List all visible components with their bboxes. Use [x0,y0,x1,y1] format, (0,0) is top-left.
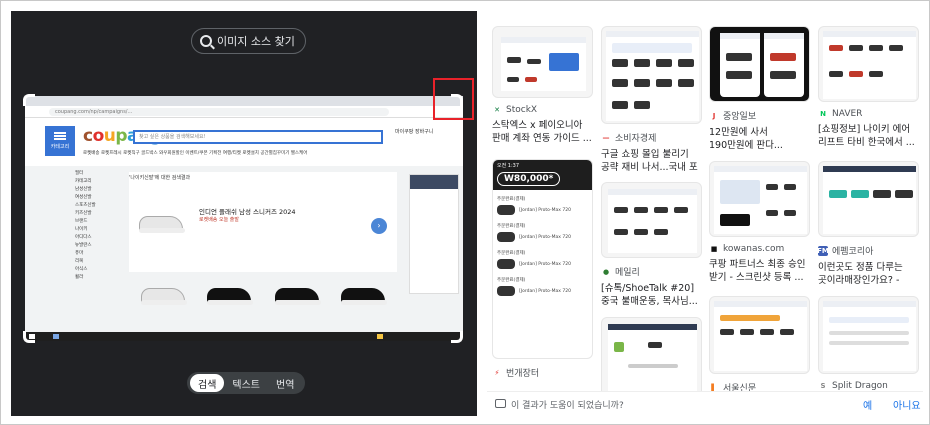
search-result-heading: '나이키신발'에 대한 검색결과 [129,175,191,181]
result-title[interactable]: 스탁엑스 x 페이오니아 판매 계좌 연동 가이드 ... [492,119,593,145]
result-source: ● 메일리 [602,267,640,279]
result-title[interactable]: 이런곳도 정품 다루는 곳이라매장인가요? - 패션 - ... [818,261,919,287]
tab-translate[interactable]: 번역 [268,374,302,392]
crop-handle-bottom-left[interactable] [23,331,35,343]
category-menu-label: 카테고리 [50,144,70,150]
result-thumbnail[interactable] [601,317,702,397]
result-thumbnail[interactable] [601,26,702,124]
result-card[interactable]: ■ kowanas.com 쿠팡 파트너스 최종 승인 받기 - 스크린샷 등록 … [709,161,810,284]
result-thumbnail[interactable]: 오전 1:37 W80,000* 주문완료(결제) [Jordan] Proto… [492,159,593,359]
kowanas-favicon-icon: ■ [710,245,718,253]
coupang-right-panel [409,174,459,294]
result-thumbnail[interactable] [818,26,919,102]
result-source: N NAVER [818,109,919,119]
result-card[interactable]: S Split Dragon [818,296,919,391]
result-thumbnail[interactable] [601,182,702,258]
maily-favicon-icon: ● [602,267,610,276]
uploaded-screenshot[interactable]: coupang.com/np/campaigns/... 카테고리 coupan… [25,96,463,341]
visual-matches-grid: ✕ StockX 스탁엑스 x 페이오니아 판매 계좌 연동 가이드 ... 오전… [487,11,923,416]
feedback-no-button[interactable]: 아니요 [893,397,921,412]
price-tag: W80,000* [497,172,561,186]
result-card[interactable]: —소비자경제 구글 쇼핑 몰입 불리기 공략 재비 나서...국내 포 ... [601,26,702,174]
result-title[interactable]: 구글 쇼핑 몰입 불리기 공략 재비 나서...국내 포 ... [601,148,702,174]
banner-product-sub: 로켓배송 오늘 출발 [199,217,239,223]
result-card[interactable]: ▌ 서울신문 [709,296,810,394]
product-shoe-3 [269,268,325,312]
browser-url-bar: coupang.com/np/campaigns/... [25,106,463,118]
split-dragon-favicon-icon: S [820,382,826,390]
result-source: J 중앙일보 [709,109,810,123]
result-thumbnail[interactable] [492,26,593,98]
result-card[interactable] [601,317,702,397]
feedback-question: 이 결과가 도움이 되었습니까? [511,401,624,411]
joongang-favicon-icon: J [712,111,716,120]
result-source: ■ kowanas.com [710,244,785,254]
coupang-product-banner: '나이키신발'에 대한 검색결과 인디언 플래쉬 남성 스니커즈 2024 로켓… [129,172,397,305]
coupang-header-icons: 마이쿠팡 장바구니 [395,129,434,135]
feedback-icon [495,399,506,408]
fmkorea-favicon-icon: FM [817,245,829,256]
crop-handle-bottom-right[interactable] [451,331,463,343]
result-thumbnail[interactable] [709,161,810,237]
result-thumbnail[interactable] [818,296,919,374]
result-title[interactable]: [슈톡/ShoeTalk #20] 중국 불매운동, 목사님... [601,282,702,308]
consumer-economy-favicon-icon: — [602,133,610,142]
stockx-favicon-icon: ✕ [494,106,500,114]
result-card[interactable]: N NAVER [쇼핑정보] 나이키 에어 리프트 타비 한국에서 ... [818,26,919,149]
result-thumbnail[interactable] [709,296,810,374]
result-source: S Split Dragon [818,381,919,391]
browser-tab-bar [25,96,463,106]
hamburger-icon [54,132,66,140]
highlight-annotation-box [433,78,474,120]
result-source: ✕ StockX [492,105,593,115]
result-card[interactable]: ✕ StockX 스탁엑스 x 페이오니아 판매 계좌 연동 가이드 ... [492,26,593,145]
banner-shoe-image [133,196,189,240]
taskbar-app-icon [53,334,59,339]
result-title[interactable]: 쿠팡 파트너스 최종 승인 받기 - 스크린샷 등록 ... [709,258,810,284]
result-card[interactable]: ● 메일리 [슈톡/ShoeTalk #20] 중국 불매운동, 목사님... [601,182,702,308]
coupang-category-links: 로켓배송 로켓프레시 로켓직구 골드박스 와우회원할인 이벤트/쿠폰 기획전 여… [83,151,308,156]
find-image-source-label: 이미지 소스 찾기 [217,35,295,48]
lens-mode-tabs: 검색 텍스트 번역 [187,372,306,394]
tab-text[interactable]: 텍스트 [224,374,268,392]
coupang-header: 카테고리 coupang 찾고 싶은 상품을 검색해보세요! 로켓배송 로켓프레… [25,118,463,166]
result-source: ⚡ 번개장터 [492,366,593,380]
crop-handle-top-left[interactable] [23,94,35,106]
result-card[interactable]: J중앙일보 12만원에 사서 190만원에 판다...스니커즈 리셀앱 ... [709,26,810,152]
result-title[interactable]: [쇼핑정보] 나이키 에어 리프트 타비 한국에서 ... [818,123,919,149]
result-source: FM 에펨코리아 [817,245,874,257]
coupang-body: 필터 카테고리 남성신발 여성신발 스포츠신발 키즈신발 브랜드 나이키 아디다… [25,166,463,332]
taskbar-folder-icon [377,334,383,339]
result-thumbnail[interactable] [709,26,810,102]
tab-search[interactable]: 검색 [190,374,225,392]
feedback-bar: 이 결과가 도움이 되었습니까? 예 아니요 [487,391,923,416]
lens-window: 이미지 소스 찾기 coupang.com/np/campaigns/... 카… [0,0,930,425]
find-image-source-button[interactable]: 이미지 소스 찾기 [191,28,306,54]
url-text: coupang.com/np/campaigns/... [49,108,389,116]
result-card[interactable]: FM에펨코리아 이런곳도 정품 다루는 곳이라매장인가요? - 패션 - ... [817,161,919,287]
windows-taskbar [25,332,463,341]
feedback-yes-button[interactable]: 예 [863,397,872,412]
image-preview-panel: 이미지 소스 찾기 coupang.com/np/campaigns/... 카… [11,11,477,416]
category-menu-button: 카테고리 [45,126,75,156]
bunjang-favicon-icon: ⚡ [494,368,500,377]
lens-search-icon [200,35,212,47]
result-title[interactable]: 12만원에 사서 190만원에 판다...스니커즈 리셀앱 ... [709,126,810,152]
coupang-filter-sidebar: 필터 카테고리 남성신발 여성신발 스포츠신발 키즈신발 브랜드 나이키 아디다… [75,171,96,280]
naver-favicon-icon: N [820,110,826,118]
result-card[interactable]: 오전 1:37 W80,000* 주문완료(결제) [Jordan] Proto… [492,159,593,379]
product-shoe-4 [335,268,391,312]
product-shoe-2 [201,268,257,312]
coupang-search-box: 찾고 싶은 상품을 검색해보세요! [133,130,383,144]
banner-next-icon: › [371,218,387,234]
result-source: — 소비자경제 [602,133,657,145]
banner-product-title: 인디언 플래쉬 남성 스니커즈 2024 [199,208,296,216]
product-shoe-1 [135,268,191,312]
result-thumbnail[interactable] [818,161,919,237]
